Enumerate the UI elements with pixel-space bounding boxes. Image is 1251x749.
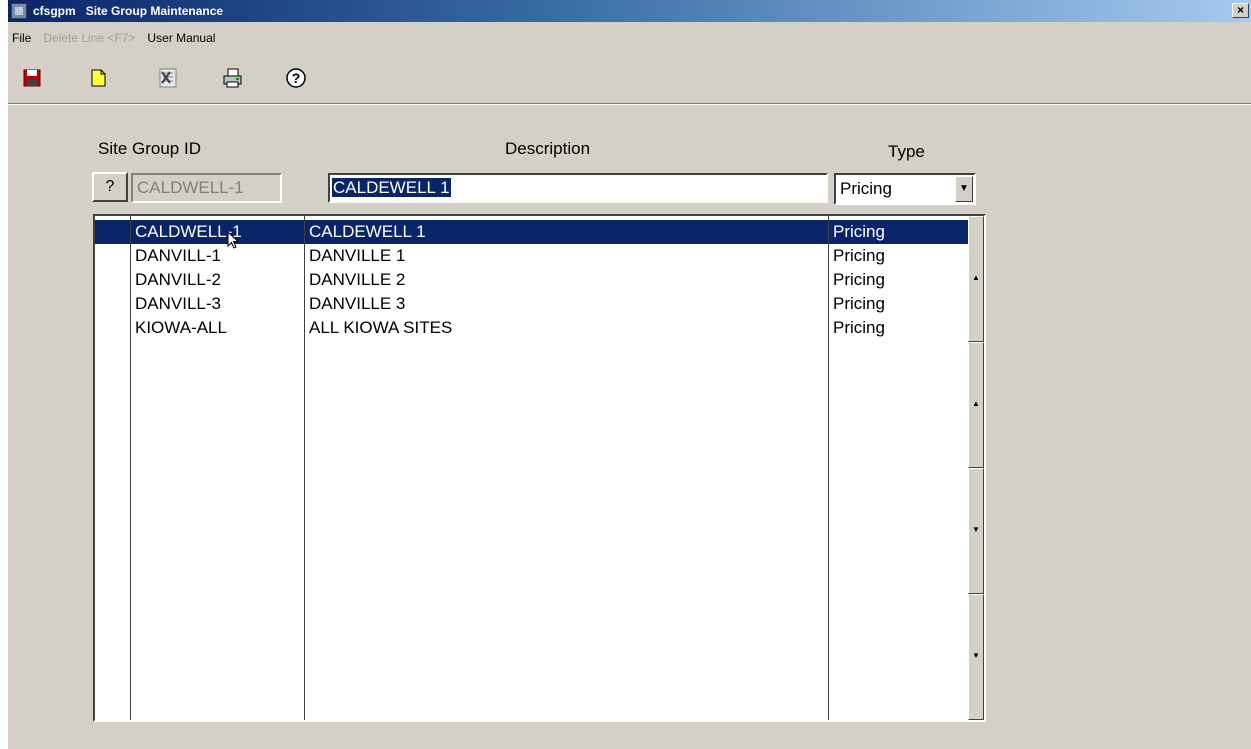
lookup-button[interactable]: ? [92, 172, 128, 202]
application-window: cfsgpm Site Group Maintenance × File Del… [8, 0, 1251, 749]
cell-site-group-id: DANVILL-3 [135, 294, 221, 313]
grid-body: CALDWELL-1 CALDEWELL 1 Pricing DANVILL-1… [95, 216, 968, 720]
cell-description: ALL KIOWA SITES [309, 318, 453, 337]
print-icon[interactable] [220, 66, 244, 90]
cell-type: Pricing [833, 246, 885, 265]
type-value: Pricing [840, 179, 892, 198]
cell-site-group-id: DANVILL-1 [135, 246, 221, 265]
type-select[interactable]: Pricing ▼ [834, 173, 976, 205]
delete-record-icon[interactable] [156, 66, 180, 90]
page-down-button[interactable]: ▼ [968, 468, 984, 594]
description-value: CALDEWELL 1 [332, 178, 451, 197]
site-group-id-label: Site Group ID [98, 139, 201, 158]
app-icon [11, 3, 27, 19]
cell-description: DANVILLE 1 [309, 246, 406, 265]
column-divider [304, 216, 305, 720]
table-row[interactable]: DANVILL-2 DANVILLE 2 Pricing [95, 268, 968, 292]
menu-file[interactable]: File [12, 31, 31, 45]
site-group-id-field[interactable]: CALDWELL-1 [131, 173, 282, 203]
new-document-icon[interactable] [86, 66, 110, 90]
close-icon: × [1236, 3, 1244, 17]
column-divider [828, 216, 829, 720]
cell-description: DANVILLE 2 [309, 270, 406, 289]
window-title: Site Group Maintenance [85, 4, 224, 18]
close-button[interactable]: × [1232, 3, 1249, 18]
menu-delete-line[interactable]: Delete Line <F7> [43, 31, 135, 45]
table-row[interactable]: CALDWELL-1 CALDEWELL 1 Pricing [95, 220, 968, 244]
save-icon[interactable] [20, 66, 44, 90]
cell-type: Pricing [833, 318, 885, 337]
cell-site-group-id: KIOWA-ALL [135, 318, 227, 337]
cell-type: Pricing [833, 270, 885, 289]
table-row[interactable]: DANVILL-1 DANVILLE 1 Pricing [95, 244, 968, 268]
table-row[interactable]: KIOWA-ALL ALL KIOWA SITES Pricing [95, 316, 968, 340]
scroll-bottom-icon: ▼ [972, 651, 980, 660]
site-group-grid[interactable]: CALDWELL-1 CALDEWELL 1 Pricing DANVILL-1… [93, 214, 986, 722]
column-divider [130, 216, 131, 720]
svg-text:?: ? [292, 70, 301, 86]
help-icon[interactable]: ? [284, 66, 308, 90]
cell-site-group-id: DANVILL-2 [135, 270, 221, 289]
description-field[interactable]: CALDEWELL 1 [328, 173, 828, 203]
menu-bar: File Delete Line <F7> User Manual [8, 28, 1251, 48]
scroll-up-icon: ▲ [972, 399, 980, 408]
cell-description: DANVILLE 3 [309, 294, 406, 313]
first-page-button[interactable]: ▲ [968, 216, 984, 342]
scroll-down-icon: ▼ [972, 525, 980, 534]
page-up-button[interactable]: ▲ [968, 342, 984, 468]
last-page-button[interactable]: ▼ [968, 594, 984, 720]
table-row[interactable]: DANVILL-3 DANVILLE 3 Pricing [95, 292, 968, 316]
type-label: Type [888, 142, 925, 161]
cell-site-group-id: CALDWELL-1 [135, 222, 242, 241]
cell-description: CALDEWELL 1 [309, 222, 426, 241]
dropdown-arrow-icon[interactable]: ▼ [955, 176, 973, 202]
menu-user-manual[interactable]: User Manual [147, 31, 215, 45]
title-bar[interactable]: cfsgpm Site Group Maintenance × [8, 0, 1251, 22]
cell-type: Pricing [833, 294, 885, 313]
toolbar-separator [8, 103, 1251, 105]
description-label: Description [505, 139, 591, 158]
mouse-cursor-icon [227, 231, 240, 249]
cell-type: Pricing [833, 222, 885, 241]
toolbar: ? [8, 58, 1251, 98]
vertical-scrollbar[interactable]: ▲ ▲ ▼ ▼ [968, 216, 984, 720]
app-name: cfsgpm [33, 4, 76, 18]
scroll-top-icon: ▲ [972, 273, 980, 282]
